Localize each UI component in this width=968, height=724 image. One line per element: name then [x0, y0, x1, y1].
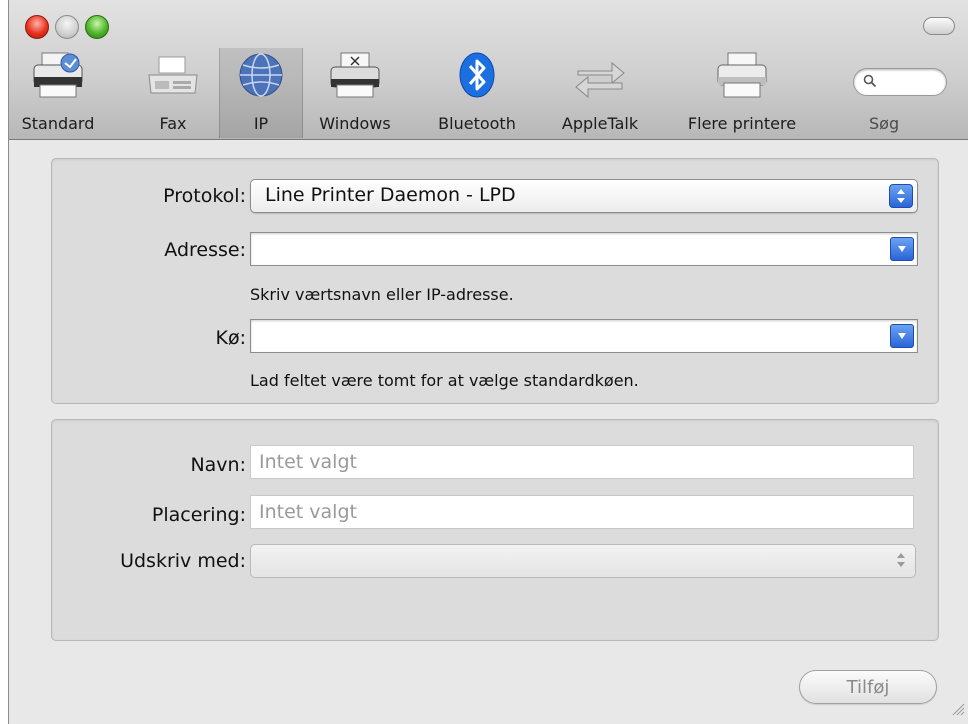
toolbar-label-windows: Windows — [319, 114, 391, 133]
search-input[interactable] — [853, 68, 947, 96]
add-printer-window: Standard Fax IP Windows Bluetooth AppleT… — [8, 0, 968, 724]
toolbar-item-fax[interactable]: Fax — [135, 48, 211, 138]
chevron-down-icon[interactable] — [890, 324, 914, 348]
ip-globe-icon — [233, 50, 289, 102]
toolbar-label-ip: IP — [253, 114, 269, 133]
print-using-popup[interactable] — [250, 544, 916, 578]
toolbar-label-fax: Fax — [159, 114, 187, 133]
toolbar-item-appletalk[interactable]: AppleTalk — [543, 48, 657, 138]
zoom-window-button[interactable] — [85, 15, 109, 39]
chevron-down-icon[interactable] — [890, 237, 914, 261]
print-using-label: Udskriv med: — [120, 550, 246, 572]
add-button[interactable]: Tilføj — [799, 670, 937, 704]
location-label: Placering: — [151, 504, 246, 526]
standard-printer-icon — [30, 50, 86, 102]
address-hint: Skriv værtsnavn eller IP-adresse. — [250, 285, 514, 304]
toolbar-item-ip[interactable]: IP — [219, 48, 303, 138]
appletalk-arrows-icon — [572, 50, 628, 102]
fax-icon — [145, 50, 201, 102]
location-field[interactable]: Intet valgt — [250, 495, 914, 529]
search-icon — [863, 73, 877, 92]
toolbar: Standard Fax IP Windows Bluetooth AppleT… — [9, 0, 968, 140]
location-placeholder: Intet valgt — [259, 501, 357, 523]
queue-combobox[interactable] — [250, 319, 918, 353]
close-window-button[interactable] — [25, 15, 49, 39]
connection-settings-group: Protokol: Line Printer Daemon - LPD Adre… — [51, 158, 939, 404]
protocol-popup[interactable]: Line Printer Daemon - LPD — [250, 179, 918, 213]
minimize-window-button[interactable] — [55, 15, 79, 39]
toolbar-toggle-button[interactable] — [923, 17, 955, 35]
toolbar-label-bluetooth: Bluetooth — [438, 114, 516, 133]
popup-arrows-icon — [889, 184, 913, 208]
address-label: Adresse: — [164, 239, 246, 261]
toolbar-label-more-printers: Flere printere — [687, 114, 797, 133]
printer-info-group: Navn: Intet valgt Placering: Intet valgt… — [51, 419, 939, 641]
toolbar-item-more-printers[interactable]: Flere printere — [671, 48, 813, 138]
toolbar-item-windows[interactable]: Windows — [305, 48, 405, 138]
protocol-value: Line Printer Daemon - LPD — [265, 184, 516, 206]
toolbar-label-appletalk: AppleTalk — [561, 114, 639, 133]
name-field[interactable]: Intet valgt — [250, 445, 914, 479]
more-printers-icon — [714, 50, 770, 102]
name-label: Navn: — [190, 454, 246, 476]
windows-printer-icon — [327, 50, 383, 102]
toolbar-item-bluetooth[interactable]: Bluetooth — [419, 48, 535, 138]
protocol-label: Protokol: — [163, 185, 246, 207]
queue-hint: Lad feltet være tomt for at vælge standa… — [250, 371, 639, 390]
queue-label: Kø: — [215, 327, 247, 349]
resize-grip-icon[interactable] — [951, 701, 965, 720]
name-placeholder: Intet valgt — [259, 451, 357, 473]
address-combobox[interactable] — [250, 232, 918, 266]
updown-arrows-icon — [897, 552, 905, 572]
toolbar-item-standard[interactable]: Standard — [15, 48, 101, 138]
bluetooth-icon — [449, 50, 505, 102]
toolbar-label-standard: Standard — [21, 114, 95, 133]
search-label: Søg — [869, 114, 900, 133]
